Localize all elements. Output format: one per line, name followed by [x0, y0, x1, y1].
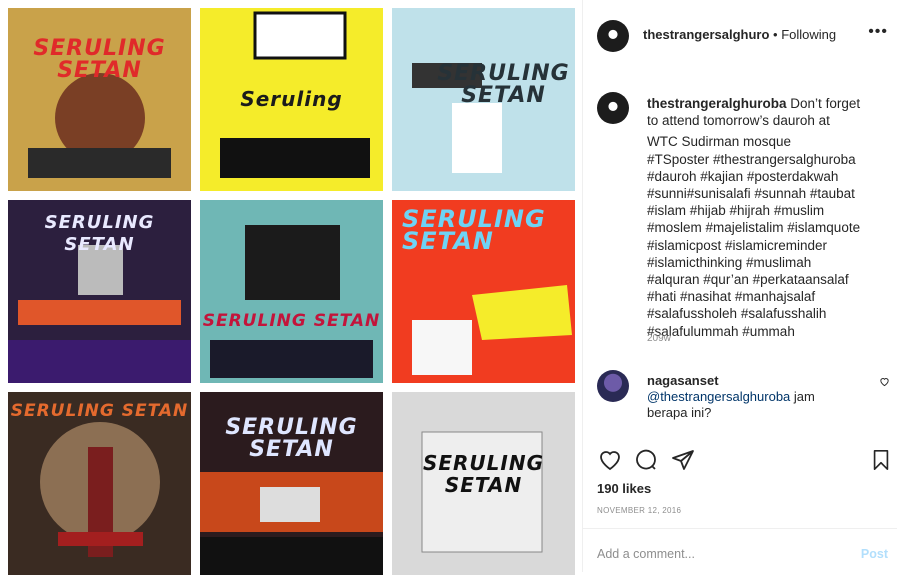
caption-line: #hati #nasihat #manhajsalaf: [647, 289, 816, 305]
avatar[interactable]: [597, 92, 629, 124]
poster-title: SERULING SETAN: [10, 401, 189, 421]
caption-line: #sunni#sunisalafi #sunnah #taubat: [647, 186, 855, 202]
grid-tile[interactable]: SERULING SETAN: [392, 200, 575, 383]
caption-line: #salafulummah #ummah: [647, 323, 795, 339]
action-bar: [597, 448, 892, 474]
grid-tile[interactable]: SERULING SETAN: [8, 8, 191, 191]
post-detail-panel: thestrangersalghuro • Following ••• thes…: [582, 0, 897, 572]
post-caption: thestrangeralghuroba Don’t forget to att…: [647, 95, 897, 340]
grid-tile[interactable]: SERULING SETAN: [392, 8, 575, 191]
caption-age[interactable]: 209w: [647, 333, 671, 344]
caption-line: #islam #hijab #hijrah #muslim: [647, 203, 825, 219]
caption-line: #islamicthinking #muslimah: [647, 254, 812, 270]
header-username-link[interactable]: thestrangersalghuro: [643, 27, 769, 42]
heart-icon[interactable]: [597, 448, 623, 477]
following-label[interactable]: • Following: [773, 27, 836, 42]
avatar[interactable]: [597, 20, 629, 52]
avatar[interactable]: [597, 370, 629, 402]
grid-tile[interactable]: SERULING SETAN: [200, 392, 383, 575]
caption-line: #TSposter #thestrangersalghuroba: [647, 151, 856, 167]
mention-link[interactable]: @thestrangersalghuroba: [647, 389, 790, 404]
caption-line: #salafussholeh #salafusshalih: [647, 306, 827, 322]
caption-line: #alquran #qur’an #perkataansalaf: [647, 272, 849, 288]
comment-like-icon[interactable]: [879, 376, 890, 390]
more-options-icon[interactable]: •••: [868, 23, 888, 41]
bookmark-icon[interactable]: [870, 448, 892, 477]
header-username-row: thestrangersalghuro • Following: [643, 27, 836, 42]
grid-tile[interactable]: SERULING SETAN: [8, 392, 191, 575]
post-date: NOVEMBER 12, 2016: [597, 506, 682, 515]
likes-count[interactable]: 190 likes: [597, 481, 651, 496]
poster-title: SERULING SETAN: [437, 61, 570, 108]
grid-tile[interactable]: SERULING SETAN: [8, 200, 191, 383]
poster-title: SERULING SETAN: [33, 36, 166, 83]
caption-username-link[interactable]: thestrangeralghuroba: [647, 96, 787, 111]
post-button[interactable]: Post: [861, 547, 888, 561]
grid-tile[interactable]: Seruling: [200, 8, 383, 191]
grid-tile[interactable]: SERULING SETAN: [200, 200, 383, 383]
poster-title: SERULING SETAN: [44, 212, 155, 255]
post-image-grid: SERULING SETAN Seruling SERULING SETAN SER…: [0, 0, 582, 575]
grid-tile[interactable]: SERULING SETAN: [392, 392, 575, 575]
poster-title: SERULING SETAN: [225, 415, 358, 462]
poster-title: SERULING SETAN: [422, 451, 545, 497]
poster-title: Seruling: [240, 87, 343, 111]
poster-artwork: [200, 200, 383, 383]
comment-icon[interactable]: [633, 448, 659, 477]
caption-line: #dauroh #kajian #posterdakwah: [647, 168, 839, 184]
caption-line: #islamicpost #islamicreminder: [647, 237, 828, 253]
comment-input[interactable]: Add a comment...: [597, 547, 695, 561]
poster-title: SERULING SETAN: [402, 205, 546, 255]
caption-line: #moslem #majelistalim #islamquote: [647, 220, 861, 236]
poster-title: SERULING SETAN: [202, 311, 381, 331]
share-icon[interactable]: [671, 448, 695, 477]
comment-username-link[interactable]: nagasanset: [647, 373, 719, 388]
composer-divider: [583, 528, 897, 529]
caption-line: to attend tomorrow’s dauroh at: [647, 113, 830, 129]
comment-text: @thestrangersalghuroba jam berapa ini?: [647, 389, 815, 420]
caption-line: WTC Sudirman mosque: [647, 134, 792, 150]
caption-line: thestrangeralghuroba Don’t forget: [647, 96, 861, 111]
